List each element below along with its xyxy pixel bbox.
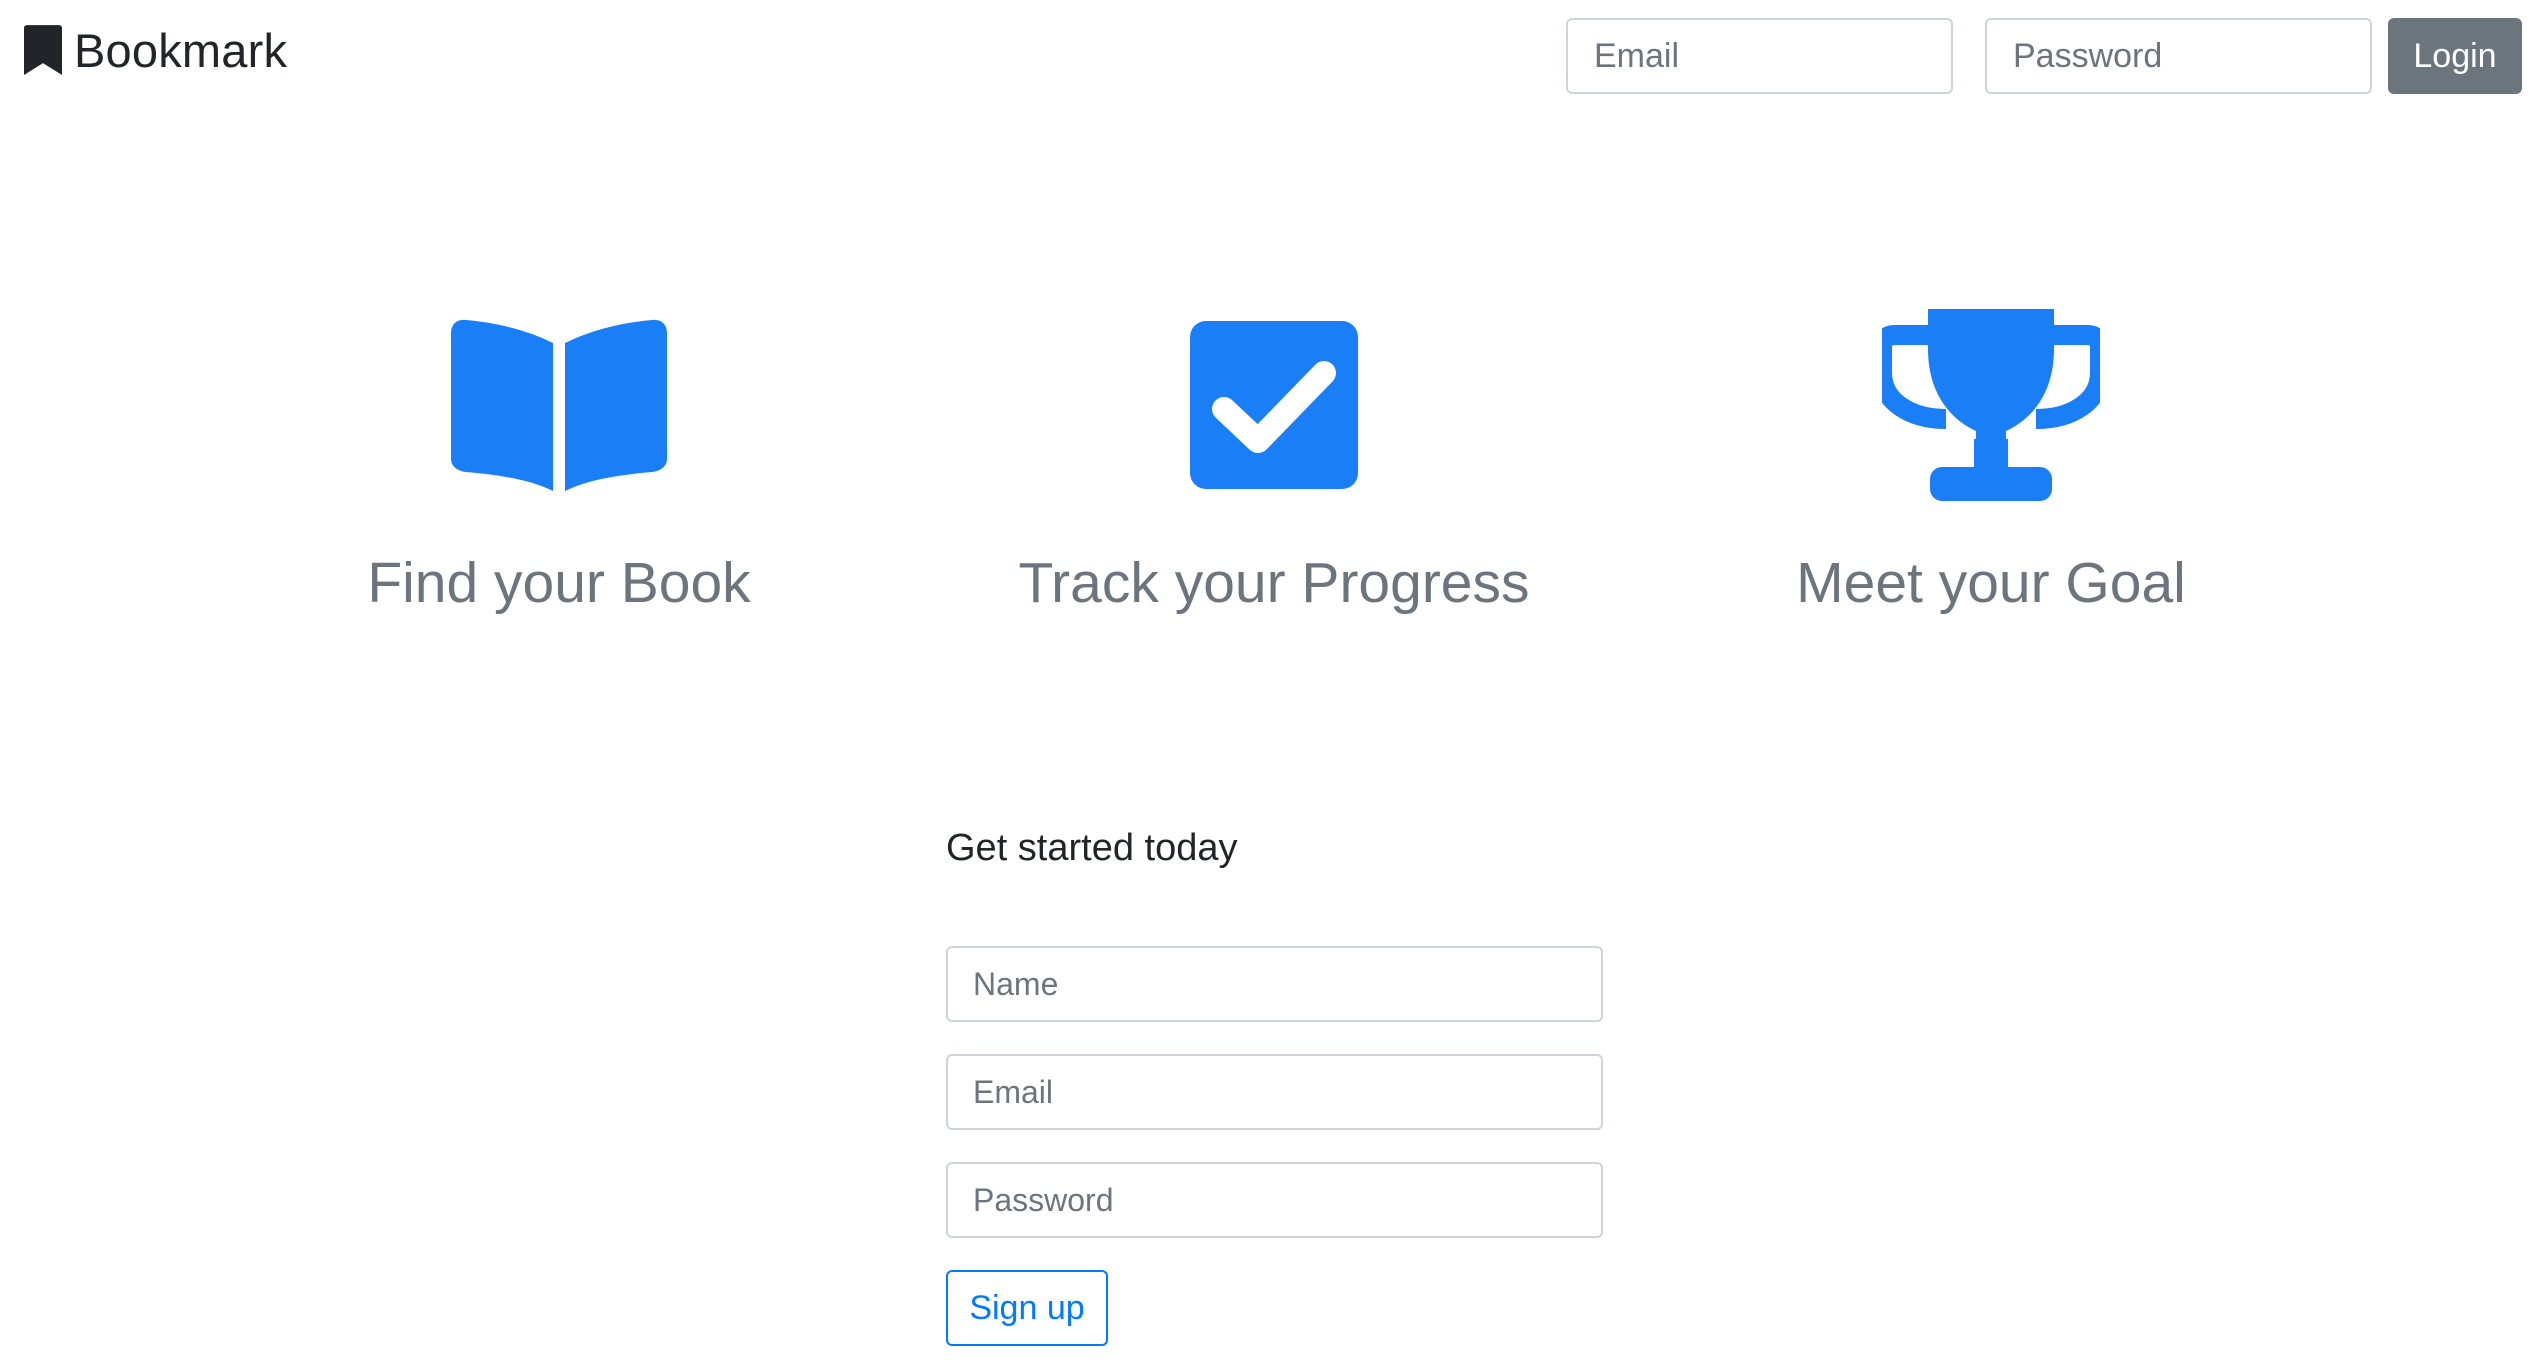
- brand-link[interactable]: Bookmark: [24, 18, 287, 82]
- landing-page: Bookmark Login Find your Book Tr: [0, 0, 2544, 1362]
- check-square-icon: [924, 300, 1624, 510]
- feature-title: Track your Progress: [1018, 551, 1530, 615]
- signup-section: Get started today Sign up: [946, 820, 1603, 1346]
- signup-heading: Get started today: [946, 827, 1238, 869]
- login-password-input[interactable]: [1985, 18, 2372, 94]
- feature-title: Meet your Goal: [1796, 551, 2186, 615]
- feature-track-progress: Track your Progress: [924, 300, 1624, 615]
- signup-button[interactable]: Sign up: [946, 1270, 1108, 1346]
- feature-meet-goal: Meet your Goal: [1641, 300, 2341, 615]
- signup-password-input[interactable]: [946, 1162, 1603, 1238]
- login-email-input[interactable]: [1566, 18, 1953, 94]
- signup-email-input[interactable]: [946, 1054, 1603, 1130]
- login-button[interactable]: Login: [2388, 18, 2522, 94]
- trophy-icon: [1641, 300, 2341, 510]
- signup-name-input[interactable]: [946, 946, 1603, 1022]
- brand-name: Bookmark: [74, 23, 288, 77]
- bookmark-icon: [24, 25, 62, 75]
- features-section: Find your Book Track your Progress Meet …: [0, 300, 2544, 630]
- login-form: Login: [1566, 18, 2522, 94]
- open-book-icon: [209, 300, 909, 510]
- feature-title: Find your Book: [367, 551, 751, 615]
- signup-form: Sign up: [946, 946, 1603, 1346]
- feature-find-book: Find your Book: [209, 300, 909, 615]
